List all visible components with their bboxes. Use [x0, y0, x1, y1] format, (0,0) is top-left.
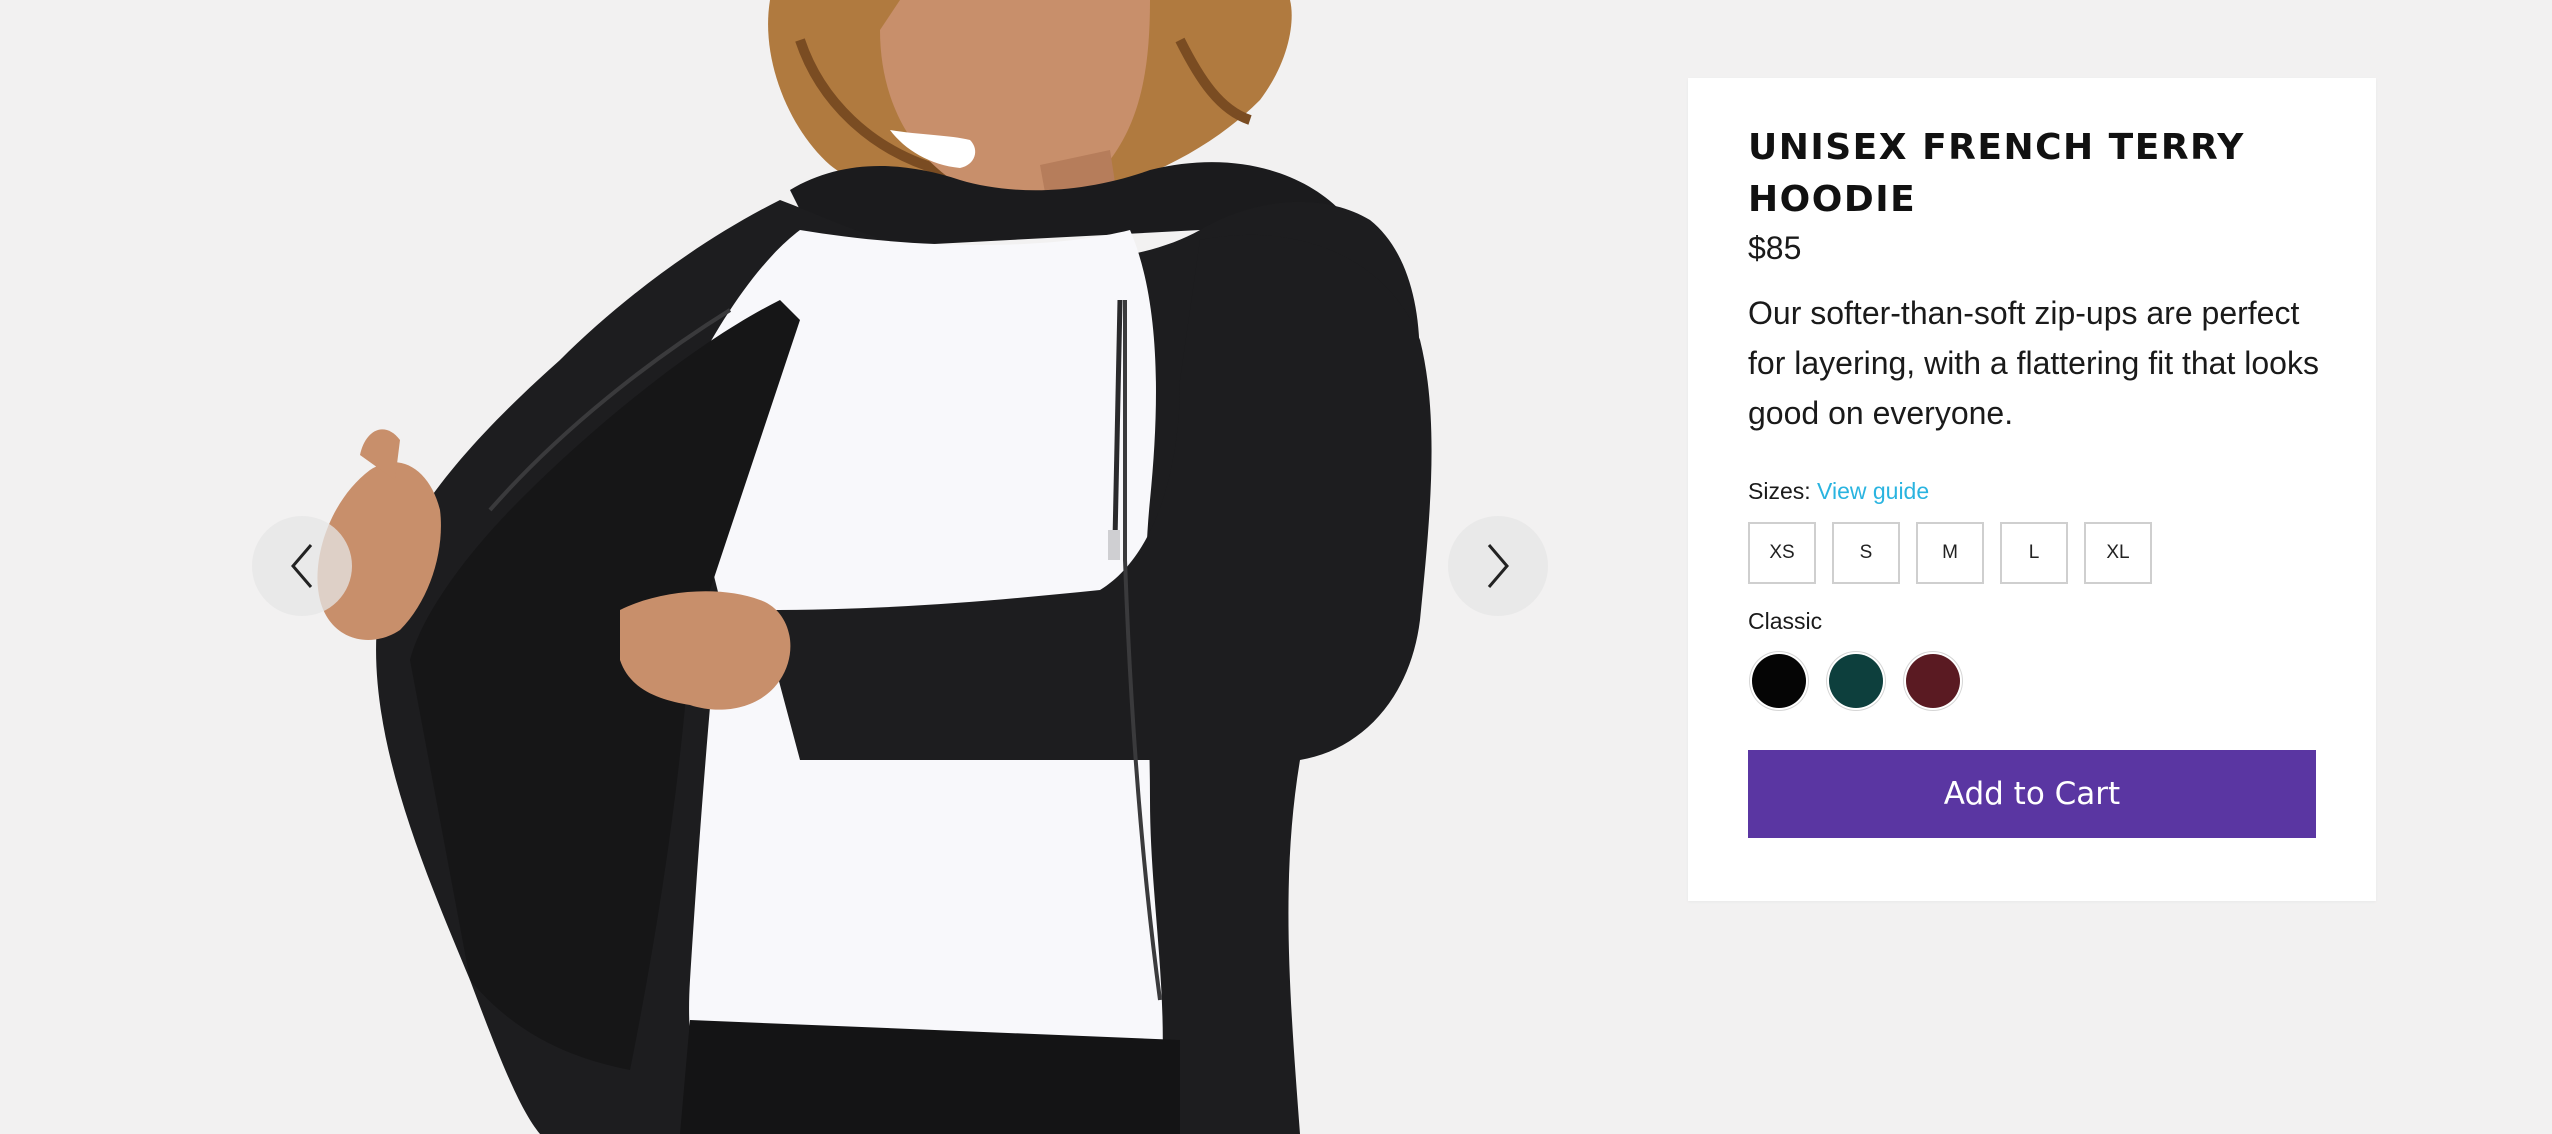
chevron-right-icon	[1487, 544, 1509, 588]
color-swatch-dark-teal[interactable]	[1829, 654, 1883, 708]
size-option-l[interactable]: L	[2000, 522, 2068, 584]
color-swatch-black[interactable]	[1752, 654, 1806, 708]
previous-image-button[interactable]	[252, 516, 352, 616]
product-title: UNISEX FRENCH TERRY HOODIE	[1748, 127, 2245, 220]
sizes-label: Sizes:	[1748, 478, 1811, 504]
size-options: XS S M L XL	[1748, 522, 2316, 584]
add-to-cart-button[interactable]: Add to Cart	[1748, 750, 2316, 838]
size-option-xl[interactable]: XL	[2084, 522, 2152, 584]
color-collection-label: Classic	[1748, 608, 1823, 634]
product-photo	[0, 0, 1560, 1134]
color-swatches	[1748, 654, 2316, 708]
sizes-header: Sizes: View guide	[1748, 476, 2316, 506]
size-option-xs[interactable]: XS	[1748, 522, 1816, 584]
size-option-m[interactable]: M	[1916, 522, 1984, 584]
product-price: $85	[1748, 230, 1802, 266]
next-image-button[interactable]	[1448, 516, 1548, 616]
product-description: Our softer-than-soft zip-ups are perfect…	[1748, 295, 2319, 431]
view-size-guide-link[interactable]: View guide	[1817, 478, 1929, 504]
color-swatch-burgundy[interactable]	[1906, 654, 1960, 708]
product-image-gallery	[0, 0, 1560, 1134]
size-option-s[interactable]: S	[1832, 522, 1900, 584]
product-details-card: UNISEX FRENCH TERRY HOODIE $85 Our softe…	[1688, 78, 2376, 901]
chevron-left-icon	[291, 544, 313, 588]
